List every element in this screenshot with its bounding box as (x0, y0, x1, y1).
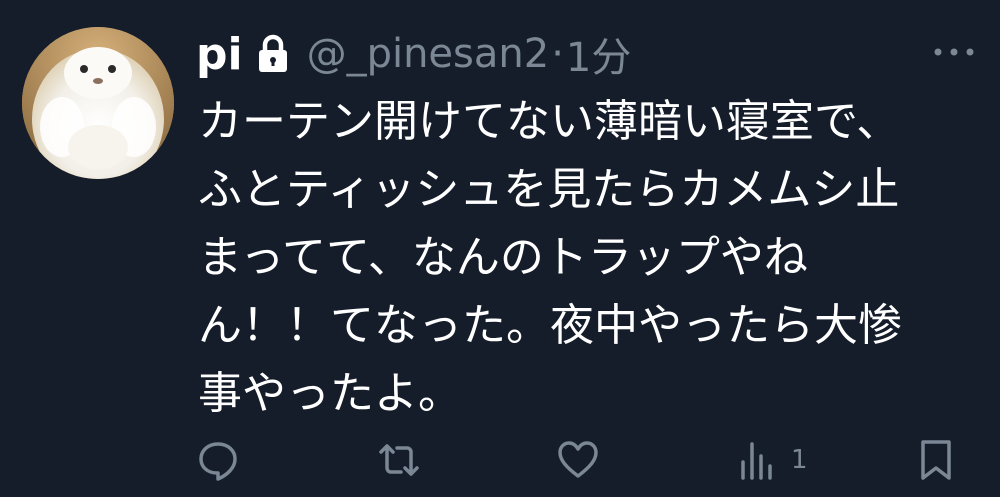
views-count: 1 (791, 445, 808, 475)
tweet-text-line: 事やったよ。 (198, 368, 462, 419)
tweet-text: カーテン開けてない薄暗い寝室で、 ふとティッシュを見たらカメムシ止 まってて、な… (198, 88, 978, 428)
retweet-icon (379, 444, 419, 476)
tweet-header: pi @_pinesan2 · 1分 (196, 24, 631, 84)
avatar[interactable] (22, 27, 174, 179)
tweet-text-line: カーテン開けてない薄暗い寝室で、 (198, 96, 901, 147)
action-bar: 1 (0, 430, 1000, 490)
like-button[interactable] (556, 438, 600, 482)
avatar-image (22, 27, 174, 179)
like-icon (558, 441, 598, 478)
user-handle[interactable]: @_pinesan2 (307, 31, 550, 77)
timestamp[interactable]: 1分 (566, 25, 631, 83)
reply-button[interactable] (196, 438, 240, 482)
tweet: pi @_pinesan2 · 1分 カーテン開けてない薄暗い寝室で、 ふとティ… (0, 0, 1000, 497)
separator: · (551, 31, 564, 77)
bookmark-icon (921, 440, 951, 480)
more-icon[interactable] (930, 44, 978, 60)
tweet-text-line: ふとティッシュを見たらカメムシ止 (198, 164, 900, 215)
tweet-text-line: ん！！てなった。夜中やったら大惨 (198, 300, 902, 351)
display-name[interactable]: pi (196, 29, 243, 80)
retweet-button[interactable] (377, 438, 421, 482)
bookmark-button[interactable] (918, 438, 954, 482)
views-button[interactable]: 1 (737, 438, 808, 482)
reply-icon (199, 442, 237, 481)
views-icon (741, 442, 772, 480)
tweet-text-line: まってて、なんのトラップやね (198, 232, 808, 283)
lock-icon (257, 34, 289, 74)
